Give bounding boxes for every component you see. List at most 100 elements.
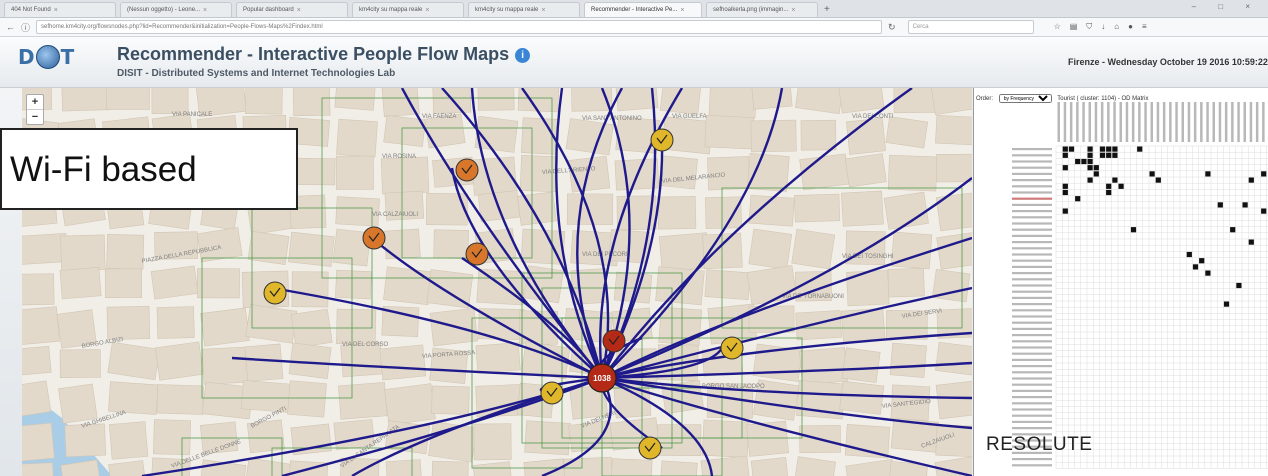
city-block [379,344,427,381]
download-icon[interactable]: ↓ [1101,22,1105,32]
od-cell [1205,270,1211,276]
city-block [22,306,60,346]
info-icon[interactable]: i [515,48,531,63]
clipboard-icon[interactable]: ▤ [1070,22,1078,32]
close-icon[interactable]: × [791,7,795,14]
column-header-label [1138,102,1141,142]
city-block [935,114,972,146]
city-block [380,156,430,195]
home-icon[interactable]: ⌂ [1114,22,1119,32]
shield-icon[interactable]: ⛉ [1086,22,1092,32]
row-header-label [1012,389,1052,392]
column-header-label [1218,102,1222,142]
row-header-label [1012,191,1052,194]
close-icon[interactable]: × [203,7,207,14]
city-block [292,88,331,117]
browser-tab[interactable]: Recommender - Interactive Pe... × [584,2,702,17]
menu-icon[interactable]: ≡ [1142,22,1147,32]
od-cell [1242,202,1248,208]
od-cell [1192,264,1199,270]
street-label: VIA CALZAIUOLI [372,212,418,218]
column-header-label [1212,102,1215,142]
city-block [799,347,848,386]
row-header-label [1012,197,1052,200]
city-block [841,347,881,384]
city-block [748,228,793,270]
info-icon[interactable]: ⓘ [21,21,30,34]
zoom-out-button[interactable]: − [27,110,43,124]
city-block [568,155,611,193]
row-header-label [1012,334,1052,337]
browser-tab[interactable]: km4city su mappa reale × [352,2,464,17]
back-icon[interactable]: ← [6,22,15,32]
row-header-label [1012,352,1052,355]
city-block [846,270,890,307]
od-cell [1081,158,1087,165]
city-block [335,155,374,190]
flow-node [602,329,626,353]
close-icon[interactable]: × [54,7,58,14]
extension-icon[interactable]: ● [1128,22,1133,32]
city-block [791,228,836,270]
city-block [659,460,698,476]
close-icon[interactable]: × [297,7,301,14]
od-matrix-panel: Order: by Frequency Tourist ( cluster: 1… [973,88,1268,476]
city-block [704,115,755,150]
row-header-label [1012,396,1052,399]
od-matrix-grid[interactable] [974,88,1268,476]
row-header-label [1012,309,1052,312]
reload-icon[interactable]: ↻ [888,22,896,33]
street-label: VIA GUELFA [672,114,707,120]
city-block [287,380,327,418]
new-tab-icon[interactable]: + [824,3,830,17]
row-header-label [1012,247,1052,250]
city-block [794,88,844,115]
city-block [565,118,614,156]
city-block [383,266,433,306]
row-header-label [1012,458,1052,461]
column-header-label [1069,102,1073,142]
row-header-label [1012,296,1052,299]
close-icon[interactable]: × [680,7,684,14]
close-icon[interactable]: × [425,7,429,14]
city-block [60,234,106,272]
column-header-label [1206,102,1209,142]
od-cell [1149,171,1155,177]
od-cell [1106,189,1112,196]
order-select[interactable]: by Frequency [998,94,1052,103]
od-cell [1223,301,1230,307]
tab-label: sefhoalkerla.png (immagin... [713,7,789,13]
city-block [150,265,199,300]
od-cell [1062,146,1068,152]
city-block [426,193,468,226]
row-header-label [1012,185,1052,188]
browser-tab[interactable]: 404 Not Found × [4,2,116,17]
flow-node [362,226,386,250]
od-cell [1093,165,1099,171]
city-block [107,341,161,381]
flow-node [263,281,287,305]
browser-tab[interactable]: sefhoalkerla.png (immagin... × [706,2,818,17]
browser-tab[interactable]: (Nessun oggetto) - Leone... × [120,2,232,17]
window-controls[interactable]: – □ × [1192,2,1260,11]
city-block [106,234,145,270]
row-header-label [1012,222,1052,225]
zoom-in-button[interactable]: + [27,95,43,110]
close-icon[interactable]: × [541,7,545,14]
city-block [885,116,929,149]
browser-tab[interactable]: km4city su mappa reale × [468,2,580,17]
url-bar[interactable]: sefhome.km4city.org/flowsnodes.php?lid=R… [36,20,883,34]
row-header-label [1012,365,1052,368]
browser-tab[interactable]: Popular dashboard × [236,2,348,17]
city-block [201,346,249,385]
row-header-label [1012,427,1052,430]
star-icon[interactable]: ☆ [1054,22,1061,32]
city-block [334,88,376,111]
row-header-label [1012,272,1052,275]
od-cell [1062,189,1068,196]
od-cell [1261,171,1267,177]
search-input[interactable]: Cerca [907,20,1034,34]
flow-node [465,242,489,266]
city-block [936,231,972,270]
od-cell [1062,152,1068,158]
